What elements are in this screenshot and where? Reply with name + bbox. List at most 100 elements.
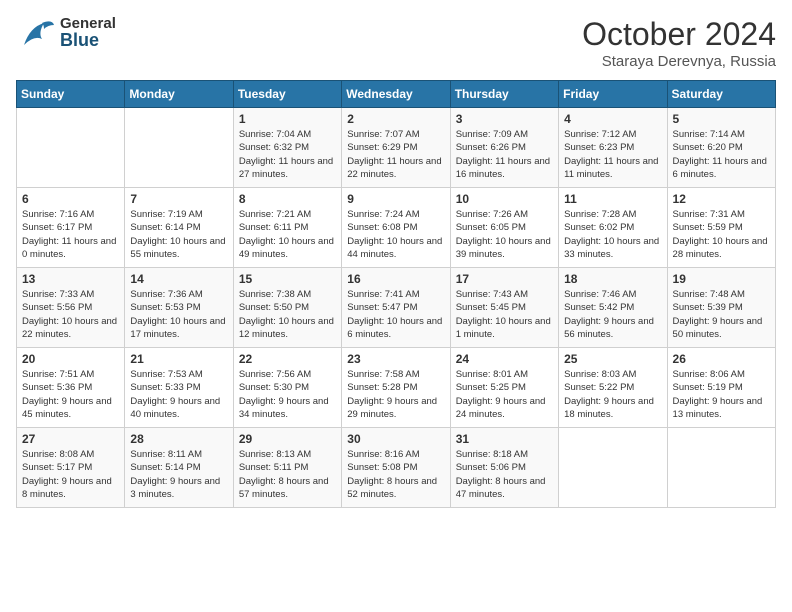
day-detail: Sunrise: 7:07 AMSunset: 6:29 PMDaylight:…: [347, 128, 444, 181]
logo-general-text: General: [60, 16, 116, 31]
day-of-week-header: Saturday: [667, 81, 775, 108]
day-of-week-header: Wednesday: [342, 81, 450, 108]
day-number: 16: [347, 272, 444, 286]
calendar-header-row: SundayMondayTuesdayWednesdayThursdayFrid…: [17, 81, 776, 108]
day-detail: Sunrise: 7:36 AMSunset: 5:53 PMDaylight:…: [130, 288, 227, 341]
calendar-day-cell: 11 Sunrise: 7:28 AMSunset: 6:02 PMDayligh…: [559, 188, 667, 268]
day-of-week-header: Monday: [125, 81, 233, 108]
day-number: 2: [347, 112, 444, 126]
day-number: 31: [456, 432, 553, 446]
day-of-week-header: Sunday: [17, 81, 125, 108]
calendar-day-cell: 21 Sunrise: 7:53 AMSunset: 5:33 PMDayligh…: [125, 348, 233, 428]
day-number: 14: [130, 272, 227, 286]
calendar-day-cell: 24Sunrise: 8:01 AMSunset: 5:25 PMDayligh…: [450, 348, 558, 428]
day-of-week-header: Thursday: [450, 81, 558, 108]
calendar-week-row: 6Sunrise: 7:16 AMSunset: 6:17 PMDaylight…: [17, 188, 776, 268]
calendar-day-cell: 27 Sunrise: 8:08 AMSunset: 5:17 PMDayligh…: [17, 428, 125, 508]
day-number: 26: [673, 352, 770, 366]
day-detail: Sunrise: 7:31 AMSunset: 5:59 PMDaylight:…: [673, 208, 770, 261]
day-detail: Sunrise: 7:19 AMSunset: 6:14 PMDaylight:…: [130, 208, 227, 261]
day-detail: Sunrise: 7:46 AMSunset: 5:42 PMDaylight:…: [564, 288, 661, 341]
day-detail: Sunrise: 7:09 AMSunset: 6:26 PMDaylight:…: [456, 128, 553, 181]
calendar-day-cell: 22 Sunrise: 7:56 AMSunset: 5:30 PMDayligh…: [233, 348, 341, 428]
calendar-day-cell: 16 Sunrise: 7:41 AMSunset: 5:47 PMDayligh…: [342, 268, 450, 348]
calendar-week-row: 27 Sunrise: 8:08 AMSunset: 5:17 PMDayligh…: [17, 428, 776, 508]
calendar-day-cell: 10Sunrise: 7:26 AMSunset: 6:05 PMDayligh…: [450, 188, 558, 268]
day-detail: Sunrise: 7:33 AMSunset: 5:56 PMDaylight:…: [22, 288, 119, 341]
day-detail: Sunrise: 7:43 AMSunset: 5:45 PMDaylight:…: [456, 288, 553, 341]
day-detail: Sunrise: 8:03 AMSunset: 5:22 PMDaylight:…: [564, 368, 661, 421]
calendar-day-cell: 20 Sunrise: 7:51 AMSunset: 5:36 PMDayligh…: [17, 348, 125, 428]
day-detail: Sunrise: 8:11 AMSunset: 5:14 PMDaylight:…: [130, 448, 227, 501]
day-number: 21: [130, 352, 227, 366]
day-number: 4: [564, 112, 661, 126]
day-number: 30: [347, 432, 444, 446]
calendar-day-cell: 2 Sunrise: 7:07 AMSunset: 6:29 PMDaylight…: [342, 108, 450, 188]
day-detail: Sunrise: 7:21 AMSunset: 6:11 PMDaylight:…: [239, 208, 336, 261]
day-detail: Sunrise: 7:48 AMSunset: 5:39 PMDaylight:…: [673, 288, 770, 341]
day-detail: Sunrise: 7:26 AMSunset: 6:05 PMDaylight:…: [456, 208, 553, 261]
calendar-day-cell: 14 Sunrise: 7:36 AMSunset: 5:53 PMDayligh…: [125, 268, 233, 348]
day-number: 27: [22, 432, 119, 446]
month-title: October 2024: [582, 16, 776, 53]
day-number: 20: [22, 352, 119, 366]
calendar-day-cell: 5Sunrise: 7:14 AMSunset: 6:20 PMDaylight…: [667, 108, 775, 188]
day-detail: Sunrise: 8:16 AMSunset: 5:08 PMDaylight:…: [347, 448, 444, 501]
calendar-day-cell: 30 Sunrise: 8:16 AMSunset: 5:08 PMDayligh…: [342, 428, 450, 508]
calendar-day-cell: 9 Sunrise: 7:24 AMSunset: 6:08 PMDaylight…: [342, 188, 450, 268]
calendar-day-cell: 3 Sunrise: 7:09 AMSunset: 6:26 PMDaylight…: [450, 108, 558, 188]
day-number: 11: [564, 192, 661, 206]
day-number: 6: [22, 192, 119, 206]
day-number: 29: [239, 432, 336, 446]
day-number: 23: [347, 352, 444, 366]
calendar-day-cell: 28 Sunrise: 8:11 AMSunset: 5:14 PMDayligh…: [125, 428, 233, 508]
day-detail: Sunrise: 7:51 AMSunset: 5:36 PMDaylight:…: [22, 368, 119, 421]
day-number: 15: [239, 272, 336, 286]
day-number: 5: [673, 112, 770, 126]
calendar-day-cell: [125, 108, 233, 188]
logo: General Blue: [16, 16, 116, 49]
calendar-table: SundayMondayTuesdayWednesdayThursdayFrid…: [16, 80, 776, 508]
day-detail: Sunrise: 7:58 AMSunset: 5:28 PMDaylight:…: [347, 368, 444, 421]
calendar-day-cell: 31Sunrise: 8:18 AMSunset: 5:06 PMDayligh…: [450, 428, 558, 508]
day-detail: Sunrise: 7:41 AMSunset: 5:47 PMDaylight:…: [347, 288, 444, 341]
day-detail: Sunrise: 8:08 AMSunset: 5:17 PMDaylight:…: [22, 448, 119, 501]
calendar-day-cell: 1 Sunrise: 7:04 AMSunset: 6:32 PMDaylight…: [233, 108, 341, 188]
day-number: 9: [347, 192, 444, 206]
day-number: 18: [564, 272, 661, 286]
day-number: 19: [673, 272, 770, 286]
calendar-day-cell: 8 Sunrise: 7:21 AMSunset: 6:11 PMDaylight…: [233, 188, 341, 268]
day-number: 3: [456, 112, 553, 126]
day-of-week-header: Friday: [559, 81, 667, 108]
calendar-day-cell: 17Sunrise: 7:43 AMSunset: 5:45 PMDayligh…: [450, 268, 558, 348]
calendar-day-cell: 25Sunrise: 8:03 AMSunset: 5:22 PMDayligh…: [559, 348, 667, 428]
day-detail: Sunrise: 7:12 AMSunset: 6:23 PMDaylight:…: [564, 128, 661, 181]
day-detail: Sunrise: 7:56 AMSunset: 5:30 PMDaylight:…: [239, 368, 336, 421]
day-detail: Sunrise: 8:06 AMSunset: 5:19 PMDaylight:…: [673, 368, 770, 421]
logo-icon: [16, 17, 56, 49]
logo-blue-text: Blue: [60, 31, 116, 49]
calendar-day-cell: 29Sunrise: 8:13 AMSunset: 5:11 PMDayligh…: [233, 428, 341, 508]
day-number: 1: [239, 112, 336, 126]
day-detail: Sunrise: 7:04 AMSunset: 6:32 PMDaylight:…: [239, 128, 336, 181]
calendar-week-row: 20 Sunrise: 7:51 AMSunset: 5:36 PMDayligh…: [17, 348, 776, 428]
calendar-day-cell: 18 Sunrise: 7:46 AMSunset: 5:42 PMDayligh…: [559, 268, 667, 348]
day-number: 28: [130, 432, 227, 446]
day-number: 12: [673, 192, 770, 206]
calendar-week-row: 13 Sunrise: 7:33 AMSunset: 5:56 PMDayligh…: [17, 268, 776, 348]
calendar-day-cell: 23 Sunrise: 7:58 AMSunset: 5:28 PMDayligh…: [342, 348, 450, 428]
day-detail: Sunrise: 7:28 AMSunset: 6:02 PMDaylight:…: [564, 208, 661, 261]
day-detail: Sunrise: 7:24 AMSunset: 6:08 PMDaylight:…: [347, 208, 444, 261]
calendar-day-cell: [667, 428, 775, 508]
calendar-day-cell: 19 Sunrise: 7:48 AMSunset: 5:39 PMDayligh…: [667, 268, 775, 348]
calendar-day-cell: 13 Sunrise: 7:33 AMSunset: 5:56 PMDayligh…: [17, 268, 125, 348]
calendar-day-cell: 7 Sunrise: 7:19 AMSunset: 6:14 PMDaylight…: [125, 188, 233, 268]
calendar-day-cell: 26 Sunrise: 8:06 AMSunset: 5:19 PMDayligh…: [667, 348, 775, 428]
day-number: 13: [22, 272, 119, 286]
day-detail: Sunrise: 8:01 AMSunset: 5:25 PMDaylight:…: [456, 368, 553, 421]
logo-wordmark: General Blue: [60, 16, 116, 49]
day-number: 7: [130, 192, 227, 206]
day-number: 8: [239, 192, 336, 206]
day-number: 22: [239, 352, 336, 366]
day-detail: Sunrise: 7:53 AMSunset: 5:33 PMDaylight:…: [130, 368, 227, 421]
